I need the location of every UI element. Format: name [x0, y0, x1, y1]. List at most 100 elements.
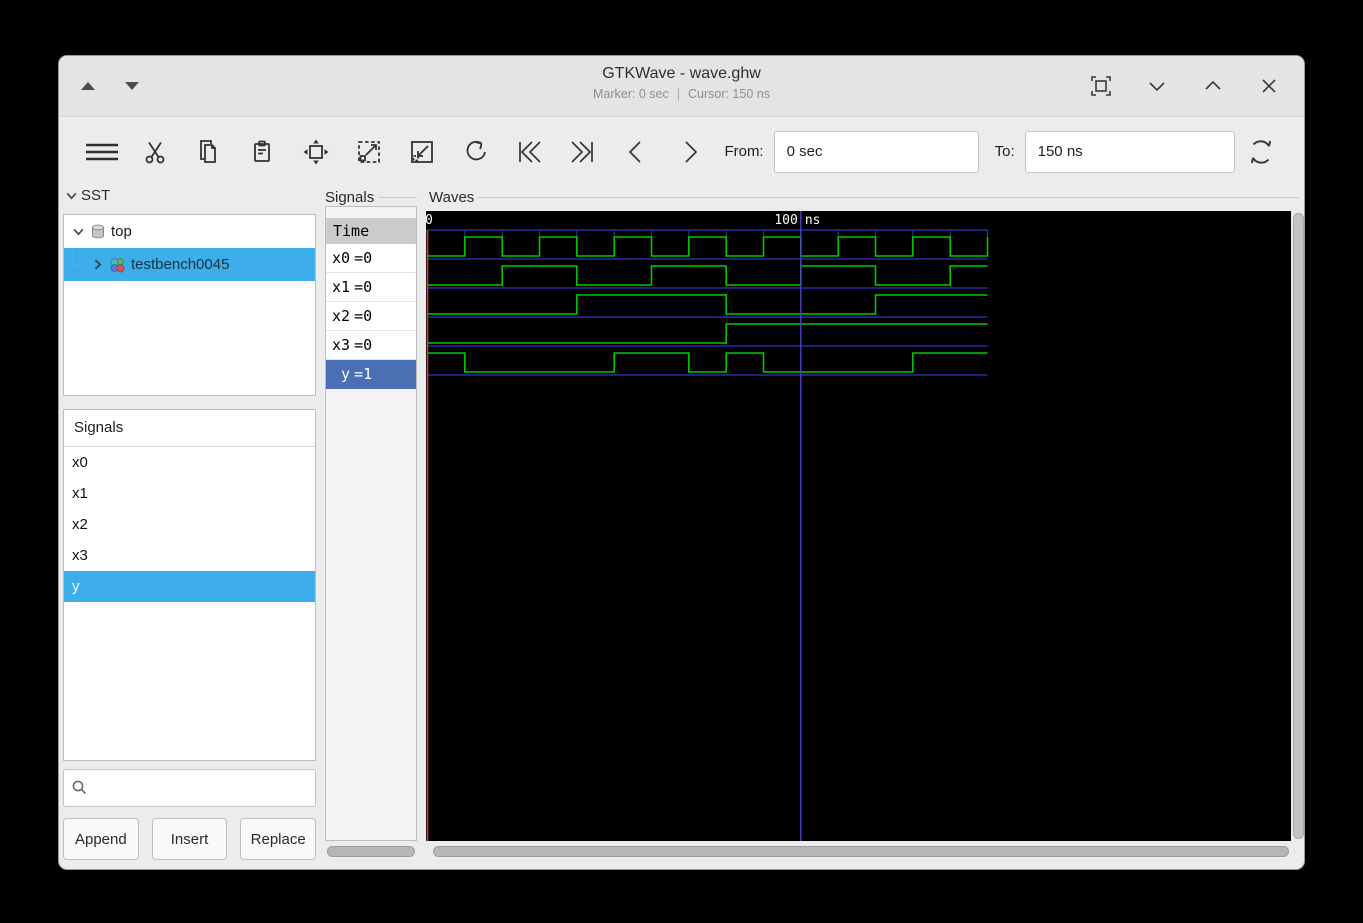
- paste-button[interactable]: [235, 129, 288, 175]
- signal-list-item[interactable]: x3: [64, 540, 315, 571]
- svg-text:100: 100: [774, 213, 797, 228]
- time-column-header: Time: [326, 218, 416, 244]
- search-icon: [72, 780, 87, 795]
- chevron-down-icon: [1149, 82, 1165, 92]
- minimize-button[interactable]: [1144, 73, 1170, 99]
- svg-text:ns: ns: [805, 213, 821, 228]
- zoom-out-button[interactable]: [342, 129, 395, 175]
- to-end-button[interactable]: [556, 129, 609, 175]
- to-label: To:: [994, 143, 1015, 160]
- signal-value-row[interactable]: y =1: [326, 360, 416, 389]
- signals-h-scrollbar[interactable]: [327, 846, 415, 857]
- chevron-up-icon: [1205, 80, 1221, 90]
- toolbar: From: To:: [59, 117, 1304, 186]
- undo-icon: [466, 140, 486, 160]
- search-box: [63, 769, 316, 807]
- paste-icon: [254, 140, 270, 162]
- fullscreen-button[interactable]: [1088, 73, 1114, 99]
- svg-text:0: 0: [426, 213, 433, 228]
- signal-list-item[interactable]: x2: [64, 509, 315, 540]
- cut-button[interactable]: [128, 129, 181, 175]
- skip-to-end-icon: [571, 140, 593, 163]
- zoom-in-button[interactable]: [396, 129, 449, 175]
- maximize-button[interactable]: [1200, 73, 1226, 99]
- keep-below-button[interactable]: [123, 80, 141, 92]
- signals-frame-text: Signals: [325, 189, 375, 206]
- tree-item-label: testbench0045: [131, 256, 230, 273]
- signal-value-row[interactable]: x3 =0: [326, 331, 416, 360]
- wave-trace-y: [427, 352, 988, 373]
- menu-icon: [85, 143, 118, 160]
- wave-trace-x1: [427, 265, 988, 286]
- replace-button[interactable]: Replace: [240, 818, 317, 860]
- triangle-up-icon: [81, 82, 95, 90]
- waveform-display: 0 100 ns: [425, 211, 989, 841]
- keep-above-button[interactable]: [79, 80, 97, 92]
- triangle-down-icon: [125, 82, 139, 90]
- sst-expander[interactable]: SST: [65, 187, 110, 204]
- reload-button[interactable]: [1235, 129, 1288, 175]
- signal-list: x0 x1 x2 x3 y: [64, 447, 315, 602]
- from-input[interactable]: [773, 130, 979, 173]
- title-bar: GTKWave - wave.ghw Marker: 0 sec | Cursor:…: [59, 56, 1304, 117]
- copy-button[interactable]: [182, 129, 235, 175]
- chevron-left-icon: [629, 140, 641, 163]
- wave-canvas[interactable]: 0 100 ns: [425, 211, 1291, 841]
- copy-icon: [199, 139, 216, 163]
- wave-trace-x2: [427, 294, 988, 315]
- database-icon: [92, 224, 104, 239]
- wave-trace-x3: [427, 323, 988, 344]
- to-start-button[interactable]: [503, 129, 556, 175]
- to-input[interactable]: [1024, 130, 1235, 173]
- signal-value-row[interactable]: x2 =0: [326, 302, 416, 331]
- zoom-fit-button[interactable]: [289, 129, 342, 175]
- menu-button[interactable]: [75, 129, 128, 175]
- skip-to-start-icon: [519, 140, 541, 163]
- signal-list-item[interactable]: y: [64, 571, 315, 602]
- fullscreen-icon: [1091, 76, 1111, 96]
- signals-frame-label: Signals: [325, 189, 417, 206]
- tree-item-label: top: [111, 223, 132, 240]
- shift-right-button[interactable]: [663, 129, 716, 175]
- sst-label: SST: [81, 187, 111, 204]
- signal-value-rows: x0 =0 x1 =0 x2 =0 x3 =0 y =1: [326, 244, 416, 389]
- waves-v-scrollbar[interactable]: [1293, 213, 1304, 839]
- from-label: From:: [724, 143, 764, 160]
- pane-splitter-left[interactable]: [317, 187, 323, 861]
- signal-value-row[interactable]: x1 =0: [326, 273, 416, 302]
- chevron-right-icon: [94, 259, 102, 270]
- signal-list-item[interactable]: x1: [64, 478, 315, 509]
- sst-tree-panel: top testbench0045: [63, 214, 316, 396]
- marker-status: Marker: 0 sec: [593, 87, 669, 101]
- signal-list-item[interactable]: x0: [64, 447, 315, 478]
- tree-item-testbench[interactable]: testbench0045: [64, 248, 315, 281]
- insert-button[interactable]: Insert: [151, 818, 228, 860]
- signal-values-panel: Time x0 =0 x1 =0 x2 =0 x3 =0 y =1: [325, 206, 417, 841]
- append-button[interactable]: Append: [63, 818, 139, 860]
- chevron-right-icon: [685, 140, 697, 163]
- tree-item-top[interactable]: top: [64, 215, 315, 248]
- wave-trace-x0: [427, 236, 989, 257]
- reload-icon: [1251, 139, 1272, 164]
- cut-icon: [145, 141, 165, 163]
- cursor-status: Cursor: 150 ns: [687, 87, 770, 101]
- signal-value-row[interactable]: x0 =0: [326, 244, 416, 273]
- zoom-in-icon: [411, 140, 434, 163]
- close-icon: [1262, 79, 1276, 93]
- chevron-down-icon: [66, 192, 77, 200]
- zoom-out-icon: [358, 140, 380, 163]
- status-separator: |: [676, 87, 680, 101]
- chevron-down-icon: [73, 228, 84, 236]
- waves-h-scrollbar[interactable]: [433, 846, 1289, 857]
- shift-left-button[interactable]: [610, 129, 663, 175]
- signal-list-panel: Signals x0 x1 x2 x3 y: [63, 409, 316, 761]
- module-icon: [110, 257, 125, 272]
- gtkwave-window: GTKWave - wave.ghw Marker: 0 sec | Cursor:…: [58, 55, 1305, 870]
- close-button[interactable]: [1256, 73, 1282, 99]
- pane-splitter-right[interactable]: [418, 187, 424, 861]
- waves-frame-label: Waves: [429, 189, 1299, 206]
- search-input[interactable]: [94, 779, 315, 797]
- zoom-fit-icon: [303, 139, 329, 164]
- undo-button[interactable]: [449, 129, 502, 175]
- signal-list-header: Signals: [64, 410, 315, 447]
